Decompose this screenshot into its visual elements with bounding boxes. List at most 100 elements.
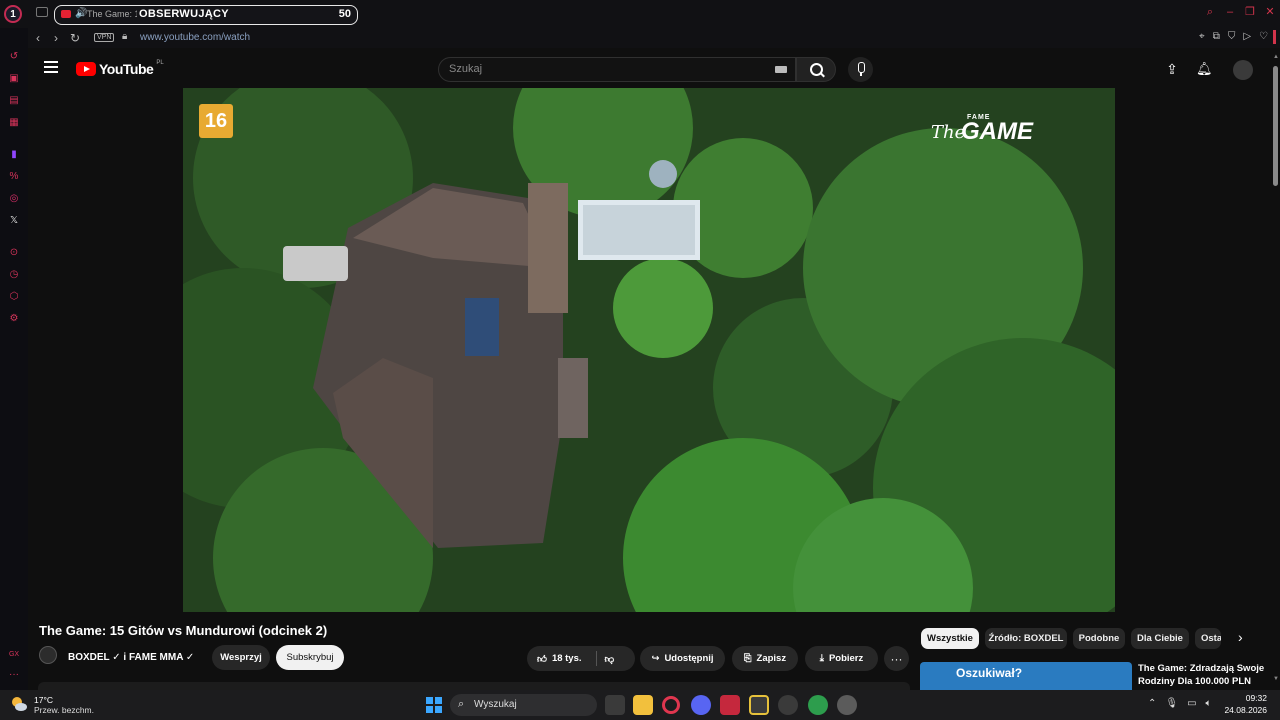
create-upload-icon[interactable]: ⇪	[1164, 61, 1180, 77]
wallet-icon[interactable]: ▤	[7, 94, 21, 108]
like-count[interactable]: 18 tys.	[552, 653, 582, 664]
share-label: Udostępnij	[664, 653, 714, 664]
clock-icon[interactable]: ◷	[7, 268, 21, 282]
browser-tab[interactable]: 🔊 The Game: 15 OBSERWUJĄCY 50	[54, 5, 358, 25]
support-button[interactable]: Wesprzyj	[212, 645, 270, 670]
extensions-icon[interactable]: ⬡	[7, 290, 21, 304]
file-explorer-icon[interactable]	[633, 695, 653, 715]
more-actions-button[interactable]: ···	[884, 646, 909, 671]
browser-top-bar: 1 🔊 The Game: 15 OBSERWUJĄCY 50 ⌕ – ❐ ✕	[0, 0, 1280, 28]
minimize-icon[interactable]: –	[1224, 6, 1236, 18]
x-icon[interactable]: 𝕏	[7, 214, 21, 228]
gx-corner-label[interactable]: GX	[7, 648, 21, 662]
voice-search-button[interactable]	[848, 57, 873, 82]
channel-avatar[interactable]	[39, 646, 57, 664]
chrome-icon[interactable]	[808, 695, 828, 715]
opera-gx-logo[interactable]: 1	[4, 5, 22, 23]
dislike-icon[interactable]: 👎︎	[605, 653, 615, 665]
notifications-bell-icon[interactable]: 🔔︎	[1196, 61, 1213, 77]
bag-icon[interactable]: ▣	[7, 72, 21, 86]
gx-sidebar: ↺ ▣ ▤ ▦ ▮ % ◎ 𝕏 ⊙ ◷ ⬡ ⚙ GX ···	[0, 28, 28, 690]
percent-icon[interactable]: %	[7, 170, 21, 184]
window-controls: ⌕ – ❐ ✕	[1204, 6, 1276, 18]
pin-icon[interactable]: ⌖	[1199, 31, 1205, 42]
search-icon[interactable]: ⌕	[1204, 6, 1216, 18]
clock-date[interactable]: 24.08.2026	[1221, 705, 1267, 715]
windows-start-icon[interactable]	[426, 697, 442, 713]
like-divider	[596, 651, 597, 666]
history-icon[interactable]: ↺	[7, 50, 21, 64]
reload-icon[interactable]: ↻	[70, 31, 80, 45]
shield-icon[interactable]: ⛉	[1228, 31, 1236, 42]
microphone-icon[interactable]: 🎙︎	[1165, 698, 1178, 709]
opera-gx-taskbar-icon[interactable]	[662, 696, 680, 714]
weather-temperature[interactable]: 17°C	[34, 695, 53, 705]
twitch-icon[interactable]: ▮	[7, 148, 21, 162]
lock-icon[interactable]: 🔒︎	[122, 31, 127, 42]
scroll-down-icon[interactable]: ▼	[1273, 676, 1279, 682]
recommended-video-title[interactable]: The Game: Zdradzają Swoje Rodziny Dla 10…	[1138, 662, 1268, 688]
save-button[interactable]: ⎘ Zapisz	[732, 646, 798, 671]
play-icon[interactable]: ⊙	[7, 246, 21, 260]
search-button[interactable]	[796, 57, 836, 82]
app-gear-icon[interactable]	[778, 695, 798, 715]
app-red-icon[interactable]	[720, 695, 740, 715]
chip-similar[interactable]: Podobne	[1073, 628, 1125, 649]
channel-name[interactable]: BOXDEL ✓ i FAME MMA ✓	[68, 652, 194, 663]
news-icon[interactable]: ▦	[7, 116, 21, 130]
account-avatar[interactable]	[1233, 60, 1253, 80]
keyboard-icon[interactable]	[775, 66, 787, 73]
page-scrollbar[interactable]: ▲ ▼	[1270, 48, 1280, 690]
hamburger-menu-icon[interactable]	[44, 61, 58, 76]
download-button[interactable]: ⤓ Pobierz	[805, 646, 878, 671]
follower-overlay-label: OBSERWUJĄCY	[139, 8, 229, 20]
discord-icon[interactable]	[691, 695, 711, 715]
url-field[interactable]: www.youtube.com/watch	[140, 32, 250, 43]
description-box-edge[interactable]	[38, 682, 910, 690]
save-label: Zapisz	[756, 653, 787, 664]
share-button[interactable]: ↪ Udostępnij	[640, 646, 725, 671]
system-tray: ⌃ 🎙︎ ▭ 🔈︎	[1148, 698, 1212, 709]
instagram-icon[interactable]: ◎	[7, 192, 21, 206]
tray-chevron-icon[interactable]: ⌃	[1148, 698, 1156, 709]
restore-icon[interactable]: ❐	[1244, 6, 1256, 18]
chip-all[interactable]: Wszystkie	[921, 628, 979, 649]
forward-icon[interactable]: ›	[54, 31, 58, 45]
vpn-badge[interactable]: VPN	[94, 33, 115, 42]
chip-for-you[interactable]: Dla Ciebie	[1131, 628, 1189, 649]
weather-sun-cloud-icon[interactable]	[10, 695, 28, 713]
taskbar-search[interactable]: ⌕ Wyszukaj	[450, 694, 597, 716]
weather-description[interactable]: Przew. bezchm.	[34, 705, 94, 715]
scroll-thumb[interactable]	[1273, 66, 1278, 186]
video-player[interactable]: 16 FAME The GAME	[183, 88, 1115, 612]
app-gold-icon[interactable]	[749, 695, 769, 715]
close-icon[interactable]: ✕	[1264, 6, 1276, 18]
like-icon[interactable]: 👍︎	[537, 653, 547, 665]
share-icon: ↪	[651, 653, 660, 664]
clock-time[interactable]: 09:32	[1235, 693, 1267, 703]
player-icon[interactable]: ▷	[1243, 31, 1251, 42]
chevron-right-icon[interactable]: ›	[1238, 629, 1243, 645]
sidebar-toggle-accent[interactable]	[1273, 30, 1276, 44]
speaker-icon[interactable]: 🔊	[75, 8, 87, 19]
address-bar-actions: ⌖ ⧉ ⛉ ▷ ♡	[1199, 31, 1268, 42]
back-icon[interactable]: ‹	[36, 31, 40, 45]
youtube-logo[interactable]: YouTube PL	[76, 60, 164, 77]
subscribe-button[interactable]: Subskrybuj	[276, 645, 344, 670]
chip-recent[interactable]: Ostatnio	[1195, 628, 1221, 649]
sidebar-more-icon[interactable]: ···	[7, 668, 21, 682]
scroll-up-icon[interactable]: ▲	[1273, 54, 1279, 60]
snapshot-icon[interactable]: ⧉	[1213, 31, 1220, 42]
task-view-icon[interactable]	[605, 695, 625, 715]
heart-icon[interactable]: ♡	[1259, 31, 1268, 42]
youtube-favicon-icon	[61, 10, 71, 18]
show-logo-game: GAME	[961, 118, 1033, 145]
search-input[interactable]	[449, 63, 749, 75]
chip-source[interactable]: Źródło: BOXDEL	[985, 628, 1067, 649]
settings-icon[interactable]: ⚙	[7, 312, 21, 326]
recommended-video-thumbnail[interactable]: Oszukiwał?	[920, 662, 1132, 690]
volume-icon[interactable]: 🔈︎	[1206, 698, 1212, 709]
app-bird-icon[interactable]	[837, 695, 857, 715]
display-icon[interactable]: ▭	[1187, 698, 1196, 709]
tab-island-icon[interactable]	[36, 7, 48, 17]
